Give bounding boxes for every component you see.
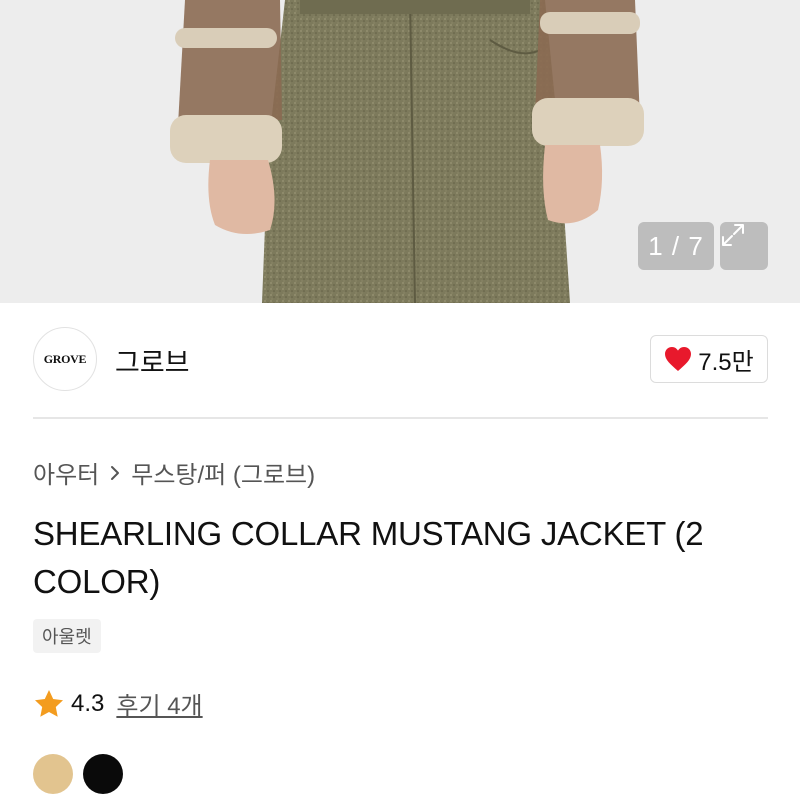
brand-name-link[interactable]: 그로브 (115, 341, 190, 380)
expand-arrows-icon (722, 224, 744, 246)
like-count: 7.5만 (698, 348, 754, 376)
product-image[interactable]: 1 / 7 (0, 0, 800, 303)
chevron-right-icon (111, 465, 120, 480)
expand-image-button[interactable] (720, 222, 768, 270)
divider (33, 417, 768, 419)
brand-row: GROVE 그로브 7.5만 (33, 327, 768, 393)
image-counter-text: 1 / 7 (648, 230, 704, 261)
star-icon (35, 689, 63, 717)
rating-row: 4.3 후기 4개 (33, 686, 203, 721)
product-title: SHEARLING COLLAR MUSTANG JACKET (2 COLOR… (33, 515, 704, 600)
color-swatch-black[interactable] (83, 754, 123, 794)
rating-value: 4.3 (71, 689, 105, 717)
like-button[interactable]: 7.5만 (650, 335, 768, 383)
breadcrumb-item-mustang[interactable]: 무스탕/퍼 (그로브) (131, 455, 315, 490)
reviews-link[interactable]: 후기 4개 (116, 686, 202, 721)
outlet-badge: 아울렛 (33, 619, 101, 653)
breadcrumb-item-outer[interactable]: 아우터 (33, 455, 99, 490)
image-counter: 1 / 7 (638, 222, 714, 270)
breadcrumb: 아우터 무스탕/퍼 (그로브) (33, 455, 315, 490)
outlet-badge-label: 아울렛 (42, 627, 92, 647)
color-swatch-beige[interactable] (33, 754, 73, 794)
brand-logo[interactable]: GROVE (33, 327, 97, 391)
heart-icon (665, 347, 692, 371)
brand-logo-text: GROVE (43, 351, 87, 366)
